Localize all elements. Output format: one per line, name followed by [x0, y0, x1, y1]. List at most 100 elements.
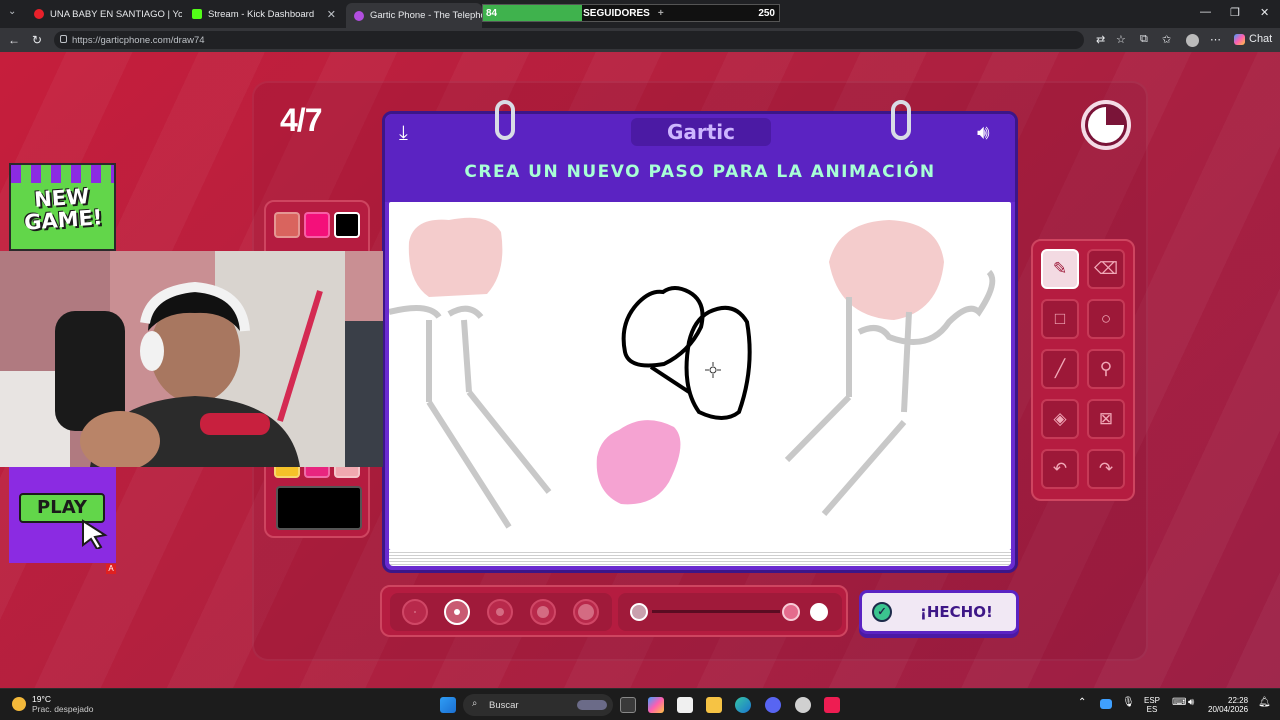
- edge-icon[interactable]: [735, 697, 751, 713]
- follower-target: 250: [758, 7, 775, 19]
- youtube-icon: [34, 9, 44, 19]
- rectangle-tool[interactable]: □: [1041, 299, 1079, 339]
- task-view-icon[interactable]: [620, 697, 636, 713]
- discord-icon[interactable]: [765, 697, 781, 713]
- undo-icon: ↶: [1052, 459, 1068, 478]
- sketchbook-page-edges: [389, 550, 1011, 566]
- round-counter: 4/7: [280, 102, 322, 138]
- volume-icon[interactable]: 🔊︎: [977, 122, 990, 145]
- drawing-pink-blob: [596, 420, 681, 505]
- rectangle-icon: □: [1054, 309, 1066, 328]
- follower-label: SEGUIDORES: [583, 7, 650, 19]
- clock[interactable]: 22:28 20/04/2026: [1208, 696, 1248, 714]
- address-toolbar: ← ↻ https://garticphone.com/draw74 ⇄ ☆ ⧉…: [0, 28, 1280, 52]
- fill-tool[interactable]: ◈: [1041, 399, 1079, 439]
- done-button[interactable]: ✓ ¡HECHO!: [859, 590, 1019, 634]
- minimize-icon[interactable]: —: [1200, 6, 1211, 18]
- profile-avatar[interactable]: [1186, 34, 1199, 47]
- eyedropper-tool[interactable]: ⚲: [1087, 349, 1125, 389]
- copilot-taskbar-icon[interactable]: [648, 697, 664, 713]
- check-icon: ✓: [872, 602, 892, 622]
- redo-button[interactable]: ↷: [1087, 449, 1125, 489]
- undo-button[interactable]: ↶: [1041, 449, 1079, 489]
- drawing-strokes: [388, 217, 996, 529]
- opacity-slider[interactable]: [618, 593, 842, 631]
- download-icon[interactable]: ⤓: [399, 122, 408, 145]
- tab-list-icon[interactable]: ⌄: [8, 6, 16, 17]
- brush-size-3[interactable]: [487, 599, 513, 625]
- translate-icon[interactable]: ⇄: [1096, 33, 1105, 46]
- pencil-tool[interactable]: ✎: [1041, 249, 1079, 289]
- tab-gartic[interactable]: Gartic Phone - The Telephone Ga: [346, 3, 482, 28]
- line-tool[interactable]: ╱: [1041, 349, 1079, 389]
- gartic-logo: Gartic: [631, 118, 771, 146]
- store-icon[interactable]: [677, 697, 693, 713]
- extensions-icon[interactable]: ⧉: [1140, 33, 1148, 46]
- taskbar-search[interactable]: ⌕ Buscar: [463, 694, 613, 716]
- pencil-icon: ✎: [1052, 259, 1068, 278]
- clear-tool[interactable]: ⊠: [1087, 399, 1125, 439]
- notification-icon[interactable]: 🔔︎: [1258, 698, 1271, 708]
- speaker-icon[interactable]: 🔊︎: [1188, 698, 1194, 708]
- time: 22:28: [1228, 696, 1249, 705]
- tiktok-icon[interactable]: [824, 697, 840, 713]
- tab-title: Stream - Kick Dashboard: [208, 8, 315, 20]
- url-field[interactable]: https://garticphone.com/draw74: [54, 31, 1084, 49]
- reload-icon[interactable]: ↻: [32, 33, 42, 47]
- binder-ring-right: [891, 100, 911, 140]
- color-swatch-black[interactable]: [334, 212, 360, 238]
- date: 20/04/2026: [1208, 705, 1249, 714]
- binder-ring-left: [495, 100, 515, 140]
- temperature: 19°C: [32, 694, 51, 704]
- search-icon: ⌕: [472, 698, 478, 709]
- opacity-handle[interactable]: [782, 603, 800, 621]
- weather-widget[interactable]: 19°C Prac. despejado: [12, 694, 93, 714]
- copilot-chat-button[interactable]: Chat: [1234, 33, 1272, 45]
- favorite-star-icon[interactable]: ☆: [1116, 33, 1126, 46]
- brush-size-5[interactable]: [573, 599, 599, 625]
- language-indicator[interactable]: ESP ES: [1144, 696, 1160, 714]
- window-close-icon[interactable]: ✕: [1260, 6, 1269, 19]
- favorites-icon[interactable]: ✩: [1162, 33, 1171, 46]
- start-icon[interactable]: [440, 697, 456, 713]
- drawing-black-shape-left: [621, 286, 705, 368]
- tool-panel: ✎ ⌫ □ ○ ╱ ⚲ ◈ ⊠ ↶ ↷: [1031, 239, 1135, 501]
- site-info-icon[interactable]: [60, 35, 67, 43]
- instruction-text: CREA UN NUEVO PASO PARA LA ANIMACIÓN: [464, 162, 936, 182]
- more-menu-icon[interactable]: ⋯: [1210, 33, 1221, 46]
- back-icon[interactable]: ←: [8, 33, 20, 47]
- tab-title: UNA BABY EN SANTIAGO | Yo: [50, 8, 182, 20]
- ellipse-tool[interactable]: ○: [1087, 299, 1125, 339]
- file-explorer-icon[interactable]: [706, 697, 722, 713]
- current-color-preview[interactable]: [276, 486, 362, 530]
- eraser-tool[interactable]: ⌫: [1087, 249, 1125, 289]
- color-swatch-pink[interactable]: [304, 212, 330, 238]
- brush-size-1[interactable]: [402, 599, 428, 625]
- url-text: https://garticphone.com/draw74: [72, 34, 205, 46]
- tab-kick[interactable]: Stream - Kick Dashboard ✕: [184, 3, 344, 25]
- drawing-left-fist: [408, 217, 503, 297]
- new-game-text: NEW GAME!: [23, 184, 104, 235]
- tab-youtube[interactable]: UNA BABY EN SANTIAGO | Yo ✕: [26, 3, 182, 25]
- browser-tabbar: ⌄ UNA BABY EN SANTIAGO | Yo ✕ Stream - K…: [0, 0, 1280, 28]
- follower-current: 84: [486, 7, 498, 19]
- drawing-canvas[interactable]: [388, 202, 1011, 550]
- brush-size-2[interactable]: [444, 599, 470, 625]
- cursor-arrow-icon: [82, 519, 108, 549]
- maximize-icon[interactable]: ❐: [1230, 6, 1240, 19]
- windows-taskbar: 19°C Prac. despejado ⌕ Buscar ⌃ 🎙︎ ESP E…: [0, 688, 1280, 720]
- close-icon[interactable]: ✕: [327, 8, 336, 21]
- keyboard-code: ES: [1146, 705, 1158, 714]
- network-icon[interactable]: ⌨︎: [1172, 698, 1186, 708]
- chat-label: Chat: [1249, 33, 1273, 45]
- settings-gear-icon[interactable]: [795, 697, 811, 713]
- search-highlight-image: [577, 700, 607, 710]
- color-swatch-coral[interactable]: [274, 212, 300, 238]
- brush-size-4[interactable]: [530, 599, 556, 625]
- opacity-min-dot: [630, 603, 648, 621]
- eyedropper-icon: ⚲: [1099, 359, 1113, 378]
- onedrive-icon[interactable]: [1100, 699, 1112, 709]
- microphone-icon[interactable]: 🎙︎: [1122, 698, 1135, 708]
- tray-chevron-icon[interactable]: ⌃: [1078, 698, 1086, 708]
- follower-goal-bar: 84 SEGUIDORES + 250: [482, 4, 780, 22]
